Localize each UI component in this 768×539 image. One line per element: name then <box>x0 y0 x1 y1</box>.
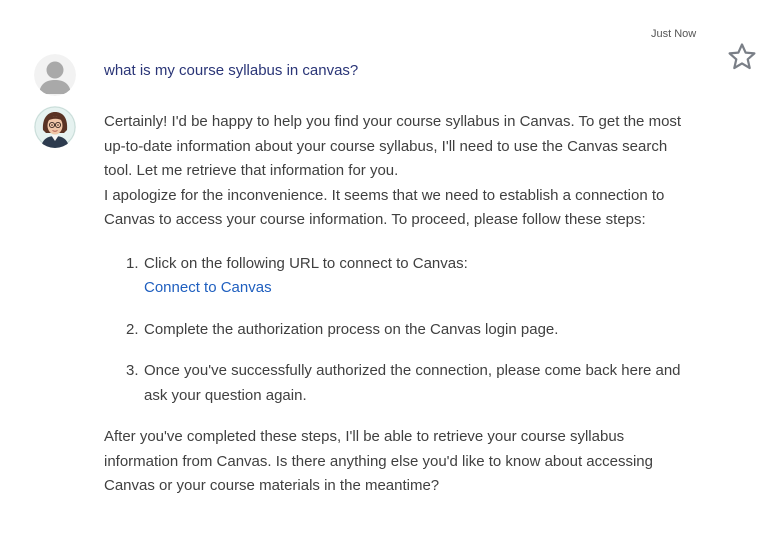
user-avatar <box>34 54 76 96</box>
step-text: Click on the following URL to connect to… <box>144 254 468 272</box>
assistant-closing: After you've completed these steps, I'll… <box>104 428 653 494</box>
assistant-paragraph: Certainly! I'd be happy to help you find… <box>104 113 682 179</box>
step-text: Once you've successfully authorized the … <box>144 362 681 404</box>
assistant-avatar-woman-glasses-icon <box>34 106 76 148</box>
assistant-message: Certainly! I'd be happy to help you find… <box>104 110 694 499</box>
step-text: Complete the authorization process on th… <box>144 320 559 338</box>
step-number: 1. <box>126 254 139 272</box>
default-user-avatar-icon <box>34 54 76 96</box>
list-item: 3. Once you've successfully authorized t… <box>126 359 694 408</box>
list-item: 2. Complete the authorization process on… <box>126 318 694 343</box>
step-number: 2. <box>126 320 139 338</box>
user-question: what is my course syllabus in canvas? <box>104 62 359 79</box>
message-timestamp: Just Now <box>651 28 697 40</box>
favorite-star-button[interactable] <box>726 41 758 73</box>
assistant-paragraph: I apologize for the inconvenience. It se… <box>104 186 665 229</box>
assistant-avatar <box>34 106 76 148</box>
step-number: 3. <box>126 362 139 379</box>
list-item: 1. Click on the following URL to connect… <box>126 252 694 301</box>
connect-to-canvas-link[interactable]: Connect to Canvas <box>144 279 272 296</box>
steps-list: 1. Click on the following URL to connect… <box>104 252 694 409</box>
star-outline-icon <box>728 43 756 70</box>
